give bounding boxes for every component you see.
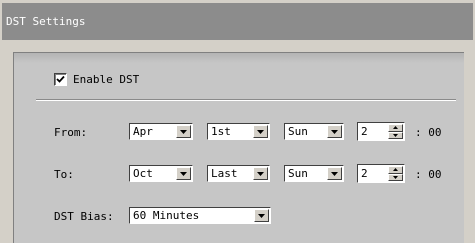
from-hour-value[interactable]: 2 bbox=[358, 125, 388, 138]
window-title: DST Settings bbox=[6, 15, 86, 28]
checkmark-icon bbox=[56, 75, 65, 83]
to-label: To: bbox=[54, 168, 74, 181]
from-hour-spinner[interactable]: 2 bbox=[357, 122, 405, 141]
to-week-select[interactable]: Last bbox=[207, 165, 270, 182]
chevron-down-icon bbox=[258, 213, 265, 218]
to-hour-value[interactable]: 2 bbox=[358, 167, 388, 180]
from-minutes: : 00 bbox=[415, 126, 442, 139]
dst-settings-panel: Enable DST From: Apr 1st Sun 2 : 00 To: … bbox=[13, 52, 464, 243]
dst-bias-value: 60 Minutes bbox=[133, 209, 200, 222]
dst-bias-select[interactable]: 60 Minutes bbox=[129, 207, 271, 224]
from-hour-down-button[interactable] bbox=[388, 131, 403, 139]
chevron-down-icon bbox=[331, 129, 338, 134]
to-hour-up-button[interactable] bbox=[388, 166, 403, 174]
from-week-value: 1st bbox=[211, 125, 231, 138]
chevron-down-icon bbox=[257, 171, 264, 176]
enable-dst-row: Enable DST bbox=[54, 73, 139, 86]
from-month-select[interactable]: Apr bbox=[129, 123, 193, 140]
divider bbox=[36, 99, 456, 101]
chevron-down-icon bbox=[257, 129, 264, 134]
from-label: From: bbox=[54, 126, 88, 139]
from-day-value: Sun bbox=[288, 125, 308, 138]
from-month-dropdown-button[interactable] bbox=[176, 125, 191, 138]
to-hour-down-button[interactable] bbox=[388, 173, 403, 181]
to-week-dropdown-button[interactable] bbox=[253, 167, 268, 180]
chevron-down-icon bbox=[331, 171, 338, 176]
to-day-select[interactable]: Sun bbox=[284, 165, 344, 182]
to-week-value: Last bbox=[211, 167, 238, 180]
enable-dst-label: Enable DST bbox=[73, 73, 140, 86]
arrow-down-icon bbox=[393, 175, 398, 179]
chevron-down-icon bbox=[180, 129, 187, 134]
to-hour-spinner[interactable]: 2 bbox=[357, 164, 405, 183]
from-week-dropdown-button[interactable] bbox=[253, 125, 268, 138]
arrow-down-icon bbox=[393, 133, 398, 137]
from-day-dropdown-button[interactable] bbox=[327, 125, 342, 138]
to-day-dropdown-button[interactable] bbox=[327, 167, 342, 180]
panel-shadow bbox=[14, 53, 464, 63]
dst-bias-label: DST Bias: bbox=[54, 210, 114, 223]
to-minutes: : 00 bbox=[415, 168, 442, 181]
from-month-value: Apr bbox=[133, 125, 153, 138]
enable-dst-checkbox[interactable] bbox=[54, 73, 67, 86]
to-month-select[interactable]: Oct bbox=[129, 165, 193, 182]
from-hour-up-button[interactable] bbox=[388, 124, 403, 132]
to-day-value: Sun bbox=[288, 167, 308, 180]
from-day-select[interactable]: Sun bbox=[284, 123, 344, 140]
chevron-down-icon bbox=[180, 171, 187, 176]
window-title-bar: DST Settings bbox=[2, 3, 473, 40]
to-month-dropdown-button[interactable] bbox=[176, 167, 191, 180]
arrow-up-icon bbox=[393, 168, 398, 172]
to-month-value: Oct bbox=[133, 167, 153, 180]
from-week-select[interactable]: 1st bbox=[207, 123, 270, 140]
arrow-up-icon bbox=[393, 126, 398, 130]
dst-bias-dropdown-button[interactable] bbox=[254, 209, 269, 222]
